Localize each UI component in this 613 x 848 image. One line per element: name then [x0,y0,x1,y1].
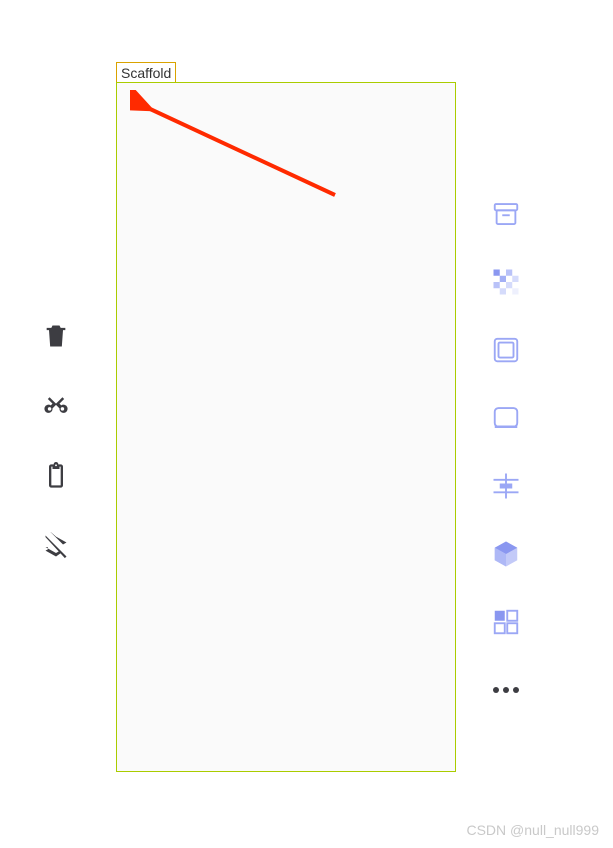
widget-tag-scaffold[interactable]: Scaffold [116,62,176,84]
grid-button[interactable] [490,606,522,638]
transparency-button[interactable] [490,266,522,298]
bounds-button[interactable] [490,334,522,366]
align-button[interactable] [490,470,522,502]
cut-button[interactable] [40,390,72,422]
grid-icon [491,607,521,637]
delete-button[interactable] [40,320,72,352]
cut-icon [42,392,70,420]
watermark: CSDN @null_null999 [466,822,599,838]
transparency-icon [491,267,521,297]
layers-off-button[interactable] [40,530,72,562]
design-canvas[interactable] [116,82,456,772]
delete-icon [42,322,70,350]
layers-off-icon [42,532,70,560]
cube-3d-icon [491,539,521,569]
align-icon [491,471,521,501]
more-icon [493,687,519,693]
paste-icon [42,462,70,490]
container-icon [491,403,521,433]
right-toolbar [490,198,522,706]
archive-button[interactable] [490,198,522,230]
bounds-icon [491,335,521,365]
archive-icon [491,199,521,229]
more-button[interactable] [490,674,522,706]
paste-button[interactable] [40,460,72,492]
container-button[interactable] [490,402,522,434]
cube-3d-button[interactable] [490,538,522,570]
left-toolbar [40,320,72,562]
